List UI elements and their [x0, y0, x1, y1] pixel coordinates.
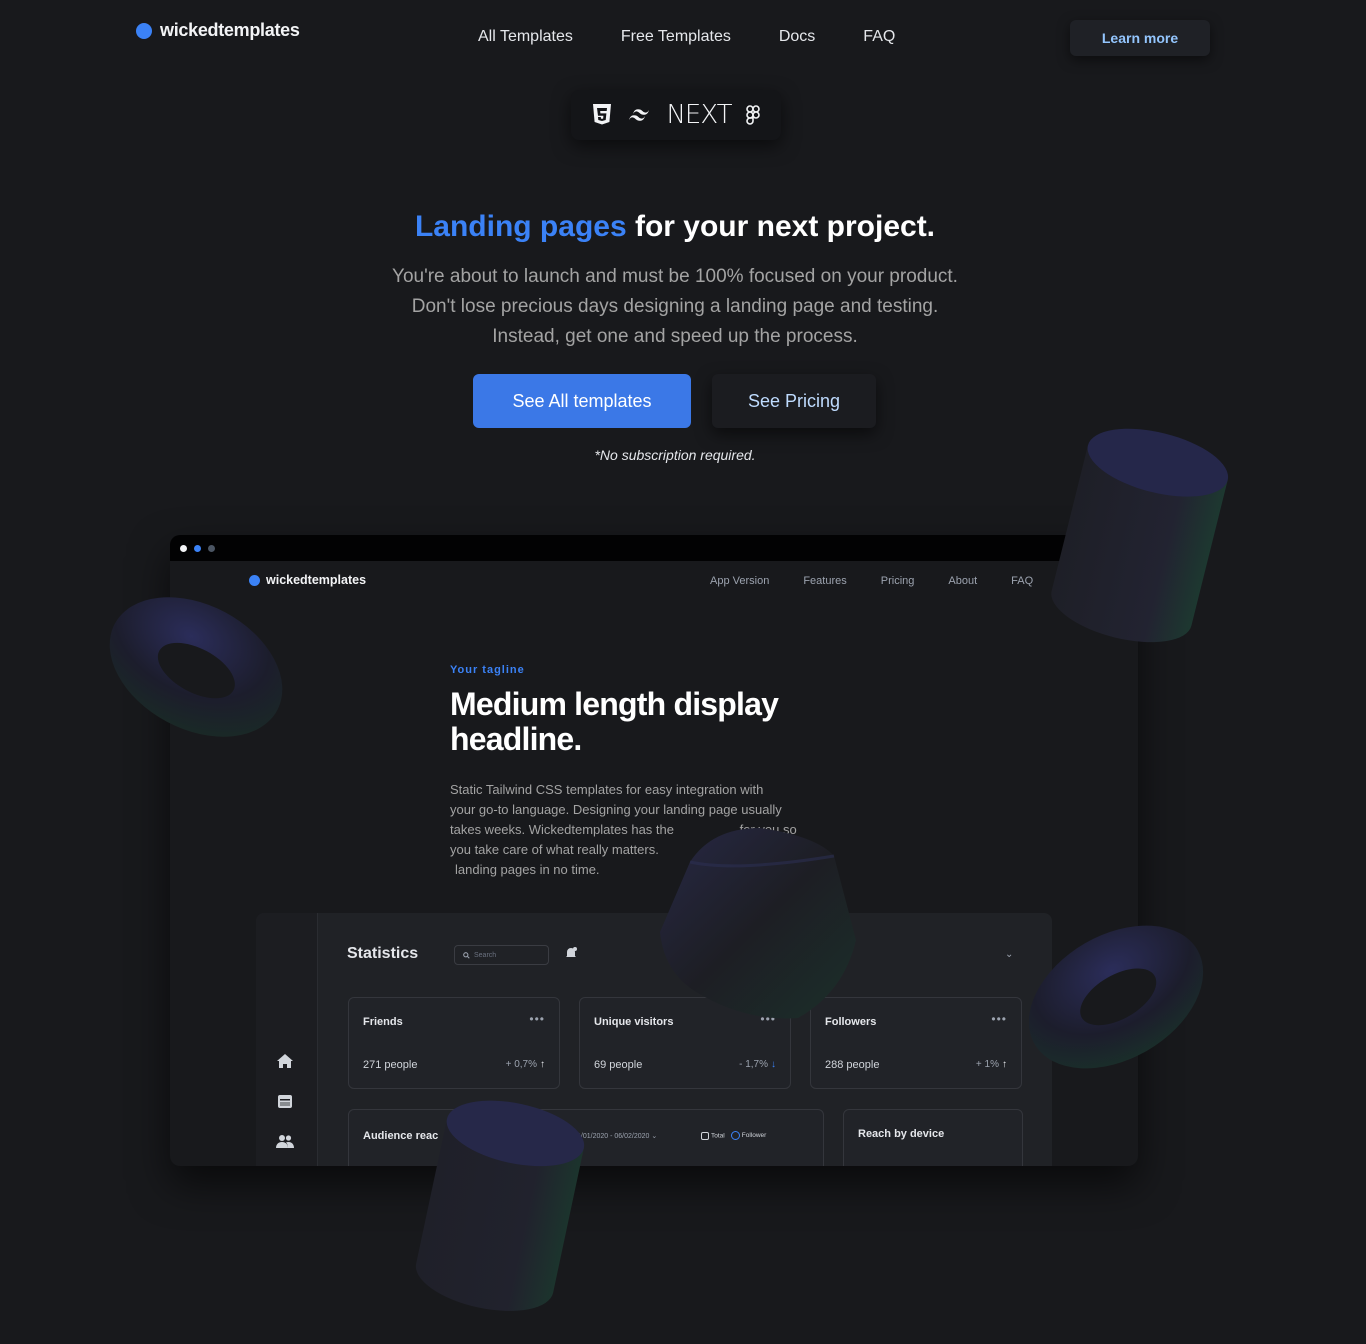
arrow-up-icon: ↑	[1002, 1059, 1007, 1070]
preview-brand-name: wickedtemplates	[266, 573, 367, 587]
learn-more-button[interactable]: Learn more	[1070, 20, 1210, 56]
preview-body: Static Tailwind CSS templates for easy i…	[450, 780, 850, 880]
window-titlebar	[170, 535, 1138, 561]
nav-link-docs[interactable]: Docs	[779, 28, 815, 46]
stat-card-value: 271 people	[363, 1059, 418, 1071]
reach-by-device-card: Reach by device	[843, 1109, 1023, 1166]
see-all-templates-button[interactable]: See All templates	[473, 374, 691, 428]
notification-icon[interactable]	[564, 946, 578, 965]
date-range-select[interactable]: 1/01/2020 - 06/02/2020 ⌄	[577, 1132, 657, 1140]
stat-card-title: Friends	[363, 1016, 403, 1028]
audience-title: Audience reac	[363, 1130, 439, 1142]
dashboard-preview: Statistics Search ⌄ Friends ••• 271 peop…	[256, 913, 1052, 1166]
preview-nav-app-version[interactable]: App Version	[710, 575, 769, 587]
window-dot-icon	[208, 545, 215, 552]
nav-link-all-templates[interactable]: All Templates	[478, 28, 573, 46]
hero-title-accent: Landing pages	[414, 210, 627, 243]
preview-nav-pricing[interactable]: Pricing	[881, 575, 915, 587]
radio-icon	[730, 1131, 740, 1140]
stat-card-delta: + 0,7% ↑	[505, 1059, 545, 1070]
arrow-down-icon: ↓	[771, 1059, 776, 1070]
hero-desc-line: Instead, get one and speed up the proces…	[492, 326, 858, 347]
preview-body-line: Static Tailwind CSS templates for easy i…	[450, 782, 764, 797]
preview-nav-about[interactable]: About	[948, 575, 977, 587]
calendar-icon[interactable]	[276, 1093, 296, 1111]
logo-dot-icon	[136, 22, 152, 39]
preview-body-fragment: takes weeks. Wickedtemplates has the	[450, 822, 674, 837]
more-options-icon[interactable]: •••	[991, 1012, 1007, 1026]
dashboard-sidebar	[256, 913, 318, 1166]
arrow-up-icon: ↑	[540, 1059, 545, 1070]
see-pricing-button[interactable]: See Pricing	[712, 374, 876, 428]
tech-stack-badge: NEXT	[571, 90, 781, 140]
preview-nav-features[interactable]: Features	[803, 575, 846, 587]
search-icon	[463, 951, 470, 959]
page: wickedtemplates All Templates Free Templ…	[0, 0, 1366, 1344]
more-options-icon[interactable]: •••	[760, 1012, 776, 1026]
chevron-down-icon[interactable]: ⌄	[1005, 949, 1013, 960]
stat-card-unique-visitors[interactable]: Unique visitors ••• 69 people - 1,7% ↓	[579, 997, 791, 1089]
tailwind-icon	[626, 107, 652, 123]
preview-body-line: you take care of what really matters.	[450, 842, 659, 857]
preview-body-line: landing pages in no time.	[455, 862, 600, 877]
hero-description: You're about to launch and must be 100% …	[0, 262, 1350, 352]
top-nav: wickedtemplates All Templates Free Templ…	[0, 0, 1366, 76]
nav-links: All Templates Free Templates Docs FAQ	[478, 28, 895, 46]
brand-logo[interactable]: wickedtemplates	[136, 20, 300, 41]
template-preview-window: wickedtemplates App Version Features Pri…	[170, 535, 1138, 1166]
stat-card-delta: - 1,7% ↓	[739, 1059, 776, 1070]
preview-tagline: Your tagline	[450, 664, 525, 676]
figma-icon	[745, 105, 760, 125]
stat-card-friends[interactable]: Friends ••• 271 people + 0,7% ↑	[348, 997, 560, 1089]
checkbox-icon	[701, 1131, 709, 1140]
window-dot-icon	[180, 545, 187, 552]
stat-card-followers[interactable]: Followers ••• 288 people + 1% ↑	[810, 997, 1022, 1089]
hero-desc-line: You're about to launch and must be 100% …	[392, 266, 958, 287]
html5-icon	[592, 104, 612, 126]
audience-legend: Total Follower	[701, 1131, 766, 1140]
hero-desc-line: Don't lose precious days designing a lan…	[411, 296, 939, 317]
preview-logo[interactable]: wickedtemplates	[249, 573, 366, 587]
preview-nav: App Version Features Pricing About FAQ	[710, 575, 1033, 587]
dashboard-title: Statistics	[347, 945, 419, 962]
nav-link-faq[interactable]: FAQ	[863, 28, 895, 46]
logo-dot-icon	[249, 574, 260, 586]
users-icon[interactable]	[276, 1133, 296, 1151]
stat-card-value: 288 people	[825, 1059, 880, 1071]
window-dot-icon	[194, 545, 201, 552]
audience-card: Audience reac 1/01/2020 - 06/02/2020 ⌄ T…	[348, 1109, 824, 1166]
no-subscription-note: *No subscription required.	[594, 447, 756, 463]
more-options-icon[interactable]: •••	[529, 1012, 545, 1026]
home-icon[interactable]	[276, 1053, 296, 1071]
reach-title: Reach by device	[858, 1128, 945, 1140]
preview-headline: Medium length display headline.	[450, 686, 779, 757]
legend-total[interactable]: Total	[701, 1131, 725, 1140]
hero-title-rest: for your next project.	[626, 210, 936, 243]
preview-body-line: your go-to language. Designing your land…	[450, 802, 782, 817]
legend-follower[interactable]: Follower	[730, 1131, 766, 1140]
search-placeholder: Search	[474, 951, 497, 959]
nav-link-free-templates[interactable]: Free Templates	[621, 28, 731, 46]
stat-card-title: Unique visitors	[594, 1016, 674, 1028]
hero-title: Landing pages for your next project.	[0, 210, 1350, 244]
preview-body-line: takes weeks. Wickedtemplates has the for…	[450, 820, 850, 840]
stat-card-value: 69 people	[594, 1059, 643, 1071]
brand-name: wickedtemplates	[160, 20, 300, 40]
stat-card-title: Followers	[825, 1016, 877, 1028]
dashboard-search-input[interactable]: Search	[454, 945, 549, 965]
preview-body-fragment: for you so	[739, 822, 797, 837]
stat-card-delta: + 1% ↑	[975, 1059, 1007, 1070]
preview-nav-faq[interactable]: FAQ	[1011, 575, 1033, 587]
nextjs-icon: NEXT	[666, 100, 732, 130]
